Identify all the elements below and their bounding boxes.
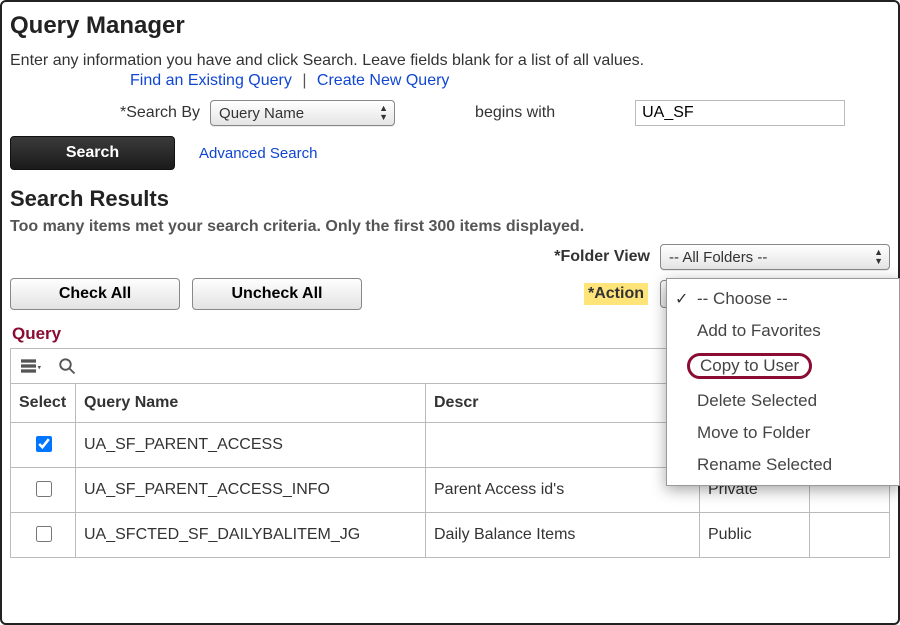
too-many-message: Too many items met your search criteria.… — [10, 218, 890, 236]
grid-settings-icon[interactable] — [21, 357, 41, 375]
page-title: Query Manager — [10, 12, 890, 40]
cell-query-name: UA_SFCTED_SF_DAILYBALITEM_JG — [76, 513, 426, 558]
table-row: UA_SFCTED_SF_DAILYBALITEM_JGDaily Balanc… — [11, 513, 890, 558]
instructions-text: Enter any information you have and click… — [10, 52, 890, 70]
action-menu-item[interactable]: Rename Selected — [667, 449, 899, 481]
action-menu-item[interactable]: -- Choose -- — [667, 283, 899, 315]
cell-query-name: UA_SF_PARENT_ACCESS_INFO — [76, 468, 426, 513]
cell-descr: Daily Balance Items — [426, 513, 700, 558]
chevron-updown-icon: ▲▼ — [874, 248, 883, 266]
advanced-search-link[interactable]: Advanced Search — [199, 145, 317, 162]
uncheck-all-button[interactable]: Uncheck All — [192, 278, 362, 310]
cell-folder — [810, 513, 890, 558]
row-select-checkbox[interactable] — [36, 436, 52, 452]
folder-view-value: -- All Folders -- — [669, 249, 767, 266]
action-dropdown-menu: -- Choose --Add to FavoritesCopy to User… — [666, 278, 900, 486]
cell-descr: Parent Access id's — [426, 468, 700, 513]
row-select-checkbox[interactable] — [36, 526, 52, 542]
action-menu-item[interactable]: Add to Favorites — [667, 315, 899, 347]
action-menu-item[interactable]: Move to Folder — [667, 417, 899, 449]
action-label: *Action — [584, 283, 648, 305]
link-separator: | — [296, 72, 312, 89]
cell-descr — [426, 423, 700, 468]
action-menu-item[interactable]: Copy to User — [667, 347, 899, 385]
check-all-button[interactable]: Check All — [10, 278, 180, 310]
search-by-value: Query Name — [219, 105, 304, 122]
search-by-select[interactable]: Query Name ▲▼ — [210, 100, 395, 126]
folder-view-select[interactable]: -- All Folders -- ▲▼ — [660, 244, 890, 270]
col-select: Select — [11, 384, 76, 423]
chevron-updown-icon: ▲▼ — [379, 104, 388, 122]
row-select-checkbox[interactable] — [36, 481, 52, 497]
search-results-heading: Search Results — [10, 186, 890, 212]
action-menu-item[interactable]: Delete Selected — [667, 385, 899, 417]
search-button[interactable]: Search — [10, 136, 175, 170]
search-icon[interactable] — [57, 357, 77, 375]
find-existing-query-link[interactable]: Find an Existing Query — [130, 72, 292, 89]
folder-view-label: *Folder View — [554, 248, 650, 266]
search-by-label: *Search By — [120, 104, 200, 122]
cell-query-name: UA_SF_PARENT_ACCESS — [76, 423, 426, 468]
col-descr: Descr — [426, 384, 700, 423]
search-operator-label: begins with — [475, 104, 555, 122]
cell-owner: Public — [700, 513, 810, 558]
search-value-input[interactable] — [635, 100, 845, 126]
create-new-query-link[interactable]: Create New Query — [317, 72, 450, 89]
col-query-name: Query Name — [76, 384, 426, 423]
